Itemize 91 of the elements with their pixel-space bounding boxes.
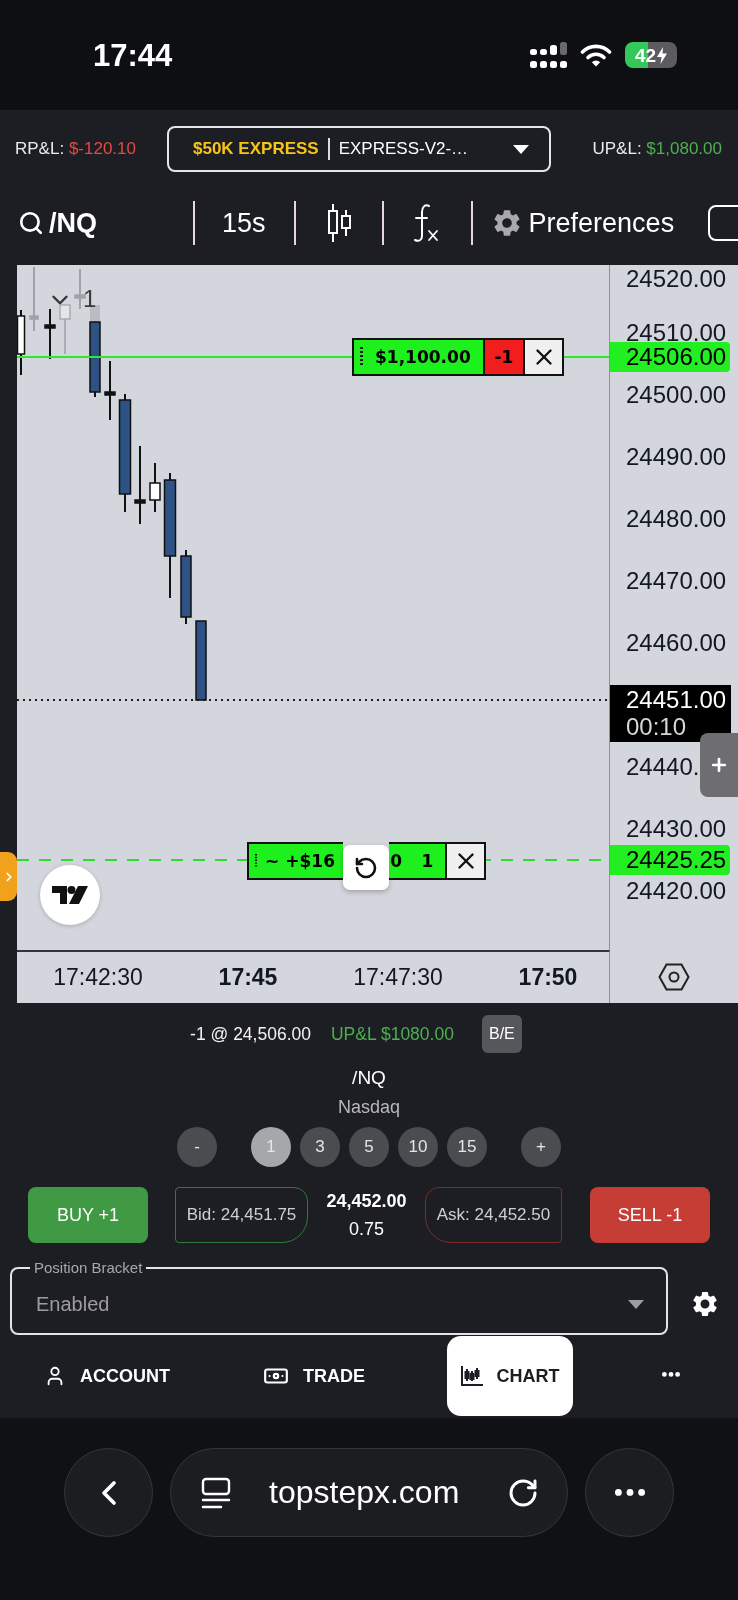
time-tick-label: 17:42:30 [53, 963, 143, 992]
price-tick-label: 24480.00 [626, 505, 727, 533]
time-tick-label: 17:50 [518, 963, 578, 992]
candlestick-chart-icon [460, 1366, 483, 1386]
target-pnl: ~ +$16 [265, 852, 335, 870]
target-pnl-tag[interactable]: ~ +$16 [247, 842, 343, 880]
candle [149, 462, 161, 513]
price-tick-label: 24460.00 [626, 629, 727, 657]
preferences-button[interactable]: Preferences [490, 206, 675, 239]
last-trade-price: 24,452.00 [326, 1190, 407, 1212]
more-icon [614, 1489, 645, 1496]
candle [74, 268, 86, 310]
bid-price: Bid: 24,451.75 [175, 1187, 308, 1243]
last-price: 24451.00 [626, 686, 728, 713]
settings-button[interactable] [690, 1289, 720, 1319]
position-summary: -1 @ 24,506.00 [190, 1023, 311, 1045]
candle [59, 304, 71, 355]
function-icon [411, 202, 439, 243]
quantity-option[interactable]: 3 [300, 1127, 340, 1167]
decrease-quantity-button[interactable]: - [177, 1127, 217, 1167]
position-unrealized-pnl: UP&L $1080.00 [331, 1023, 454, 1045]
candle [17, 309, 26, 376]
price-tick-label: 24520.00 [626, 265, 727, 293]
price-tick-label: 24490.00 [626, 443, 727, 471]
settings-icon [690, 1289, 720, 1319]
status-time: 17:44 [93, 39, 173, 71]
tabs-icon [201, 1476, 231, 1509]
price-tick-label: 24430.00 [626, 815, 727, 843]
symbol-search-button[interactable]: /NQ [18, 206, 97, 239]
quantity-option[interactable]: 10 [398, 1127, 438, 1167]
url-text: topstepx.com [269, 1474, 460, 1511]
position-price-label: 24506.00 [610, 342, 730, 372]
nav-tab[interactable]: ACCOUNT [44, 1363, 170, 1389]
unrealized-pnl: UP&L: $1,080.00 [592, 139, 722, 159]
search-icon [18, 209, 44, 236]
ask-price: Ask: 24,452.50 [425, 1187, 562, 1243]
more-icon [662, 1372, 680, 1377]
spread-value: 0.75 [348, 1218, 384, 1240]
candle [44, 308, 56, 360]
candle [104, 360, 116, 421]
candlestick-icon [326, 202, 353, 243]
hexagon-settings-icon[interactable] [658, 962, 690, 991]
caret-down-icon [628, 1299, 644, 1309]
grip-icon [360, 347, 363, 367]
bar-countdown: 00:10 [626, 713, 688, 740]
breakeven-button[interactable]: B/E [481, 1015, 522, 1053]
target-price-label: 24425.25 [610, 845, 730, 875]
nav-tab[interactable]: TRADE [263, 1363, 365, 1389]
signal-icon [530, 42, 567, 68]
side-panel-toggle[interactable] [0, 852, 17, 901]
buy-button[interactable]: BUY +1 [28, 1187, 148, 1243]
quantity-option[interactable]: 15 [447, 1127, 487, 1167]
close-button[interactable] [525, 338, 564, 376]
exchange-name: Nasdaq [337, 1096, 400, 1119]
charging-bolt-icon [657, 46, 668, 64]
reset-icon [354, 855, 378, 880]
add-order-button[interactable] [700, 733, 738, 797]
candle [29, 266, 39, 332]
caret-down-icon [513, 144, 529, 154]
increase-quantity-button[interactable]: + [521, 1127, 561, 1167]
more-button[interactable] [662, 1372, 680, 1377]
legend-count: 1 [83, 285, 97, 313]
instrument-symbol: /NQ [352, 1066, 386, 1090]
price-tick-label: 24420.00 [626, 877, 727, 905]
chart-type-button[interactable] [326, 202, 353, 243]
account-select[interactable]: $50K EXPRESS EXPRESS-V2-… [167, 126, 551, 172]
wifi-icon [580, 43, 612, 67]
target-quantity: 1 [410, 842, 447, 880]
close-button[interactable] [447, 842, 486, 880]
quantity-option[interactable]: 5 [349, 1127, 389, 1167]
indicators-button[interactable] [411, 202, 439, 243]
realized-pnl: RP&L: $-120.10 [15, 139, 136, 159]
reset-button[interactable] [343, 845, 389, 890]
position-pnl: $1,100.00 [375, 348, 471, 366]
price-tick-label: 24470.00 [626, 567, 727, 595]
price-tick-label: 24500.00 [626, 381, 727, 409]
position-quantity: -1 [485, 338, 525, 376]
interval-button[interactable]: 15s [222, 206, 266, 239]
square-outline-icon[interactable] [708, 204, 738, 241]
time-tick-label: 17:45 [218, 963, 278, 992]
target-pnl-end: 0 [389, 842, 410, 880]
battery-percent: 42 [634, 45, 657, 65]
position-pnl-tag[interactable]: $1,100.00 [352, 338, 485, 376]
plus-icon [709, 755, 729, 775]
sell-button[interactable]: SELL -1 [590, 1187, 710, 1243]
address-bar[interactable]: topstepx.com [170, 1448, 568, 1537]
logo-icon [40, 865, 100, 925]
nav-tab[interactable]: CHART [447, 1336, 573, 1416]
field-label: Position Bracket [33, 1259, 144, 1277]
price-tick-label: 24440. [626, 753, 700, 781]
time-tick-label: 17:47:30 [353, 963, 443, 992]
